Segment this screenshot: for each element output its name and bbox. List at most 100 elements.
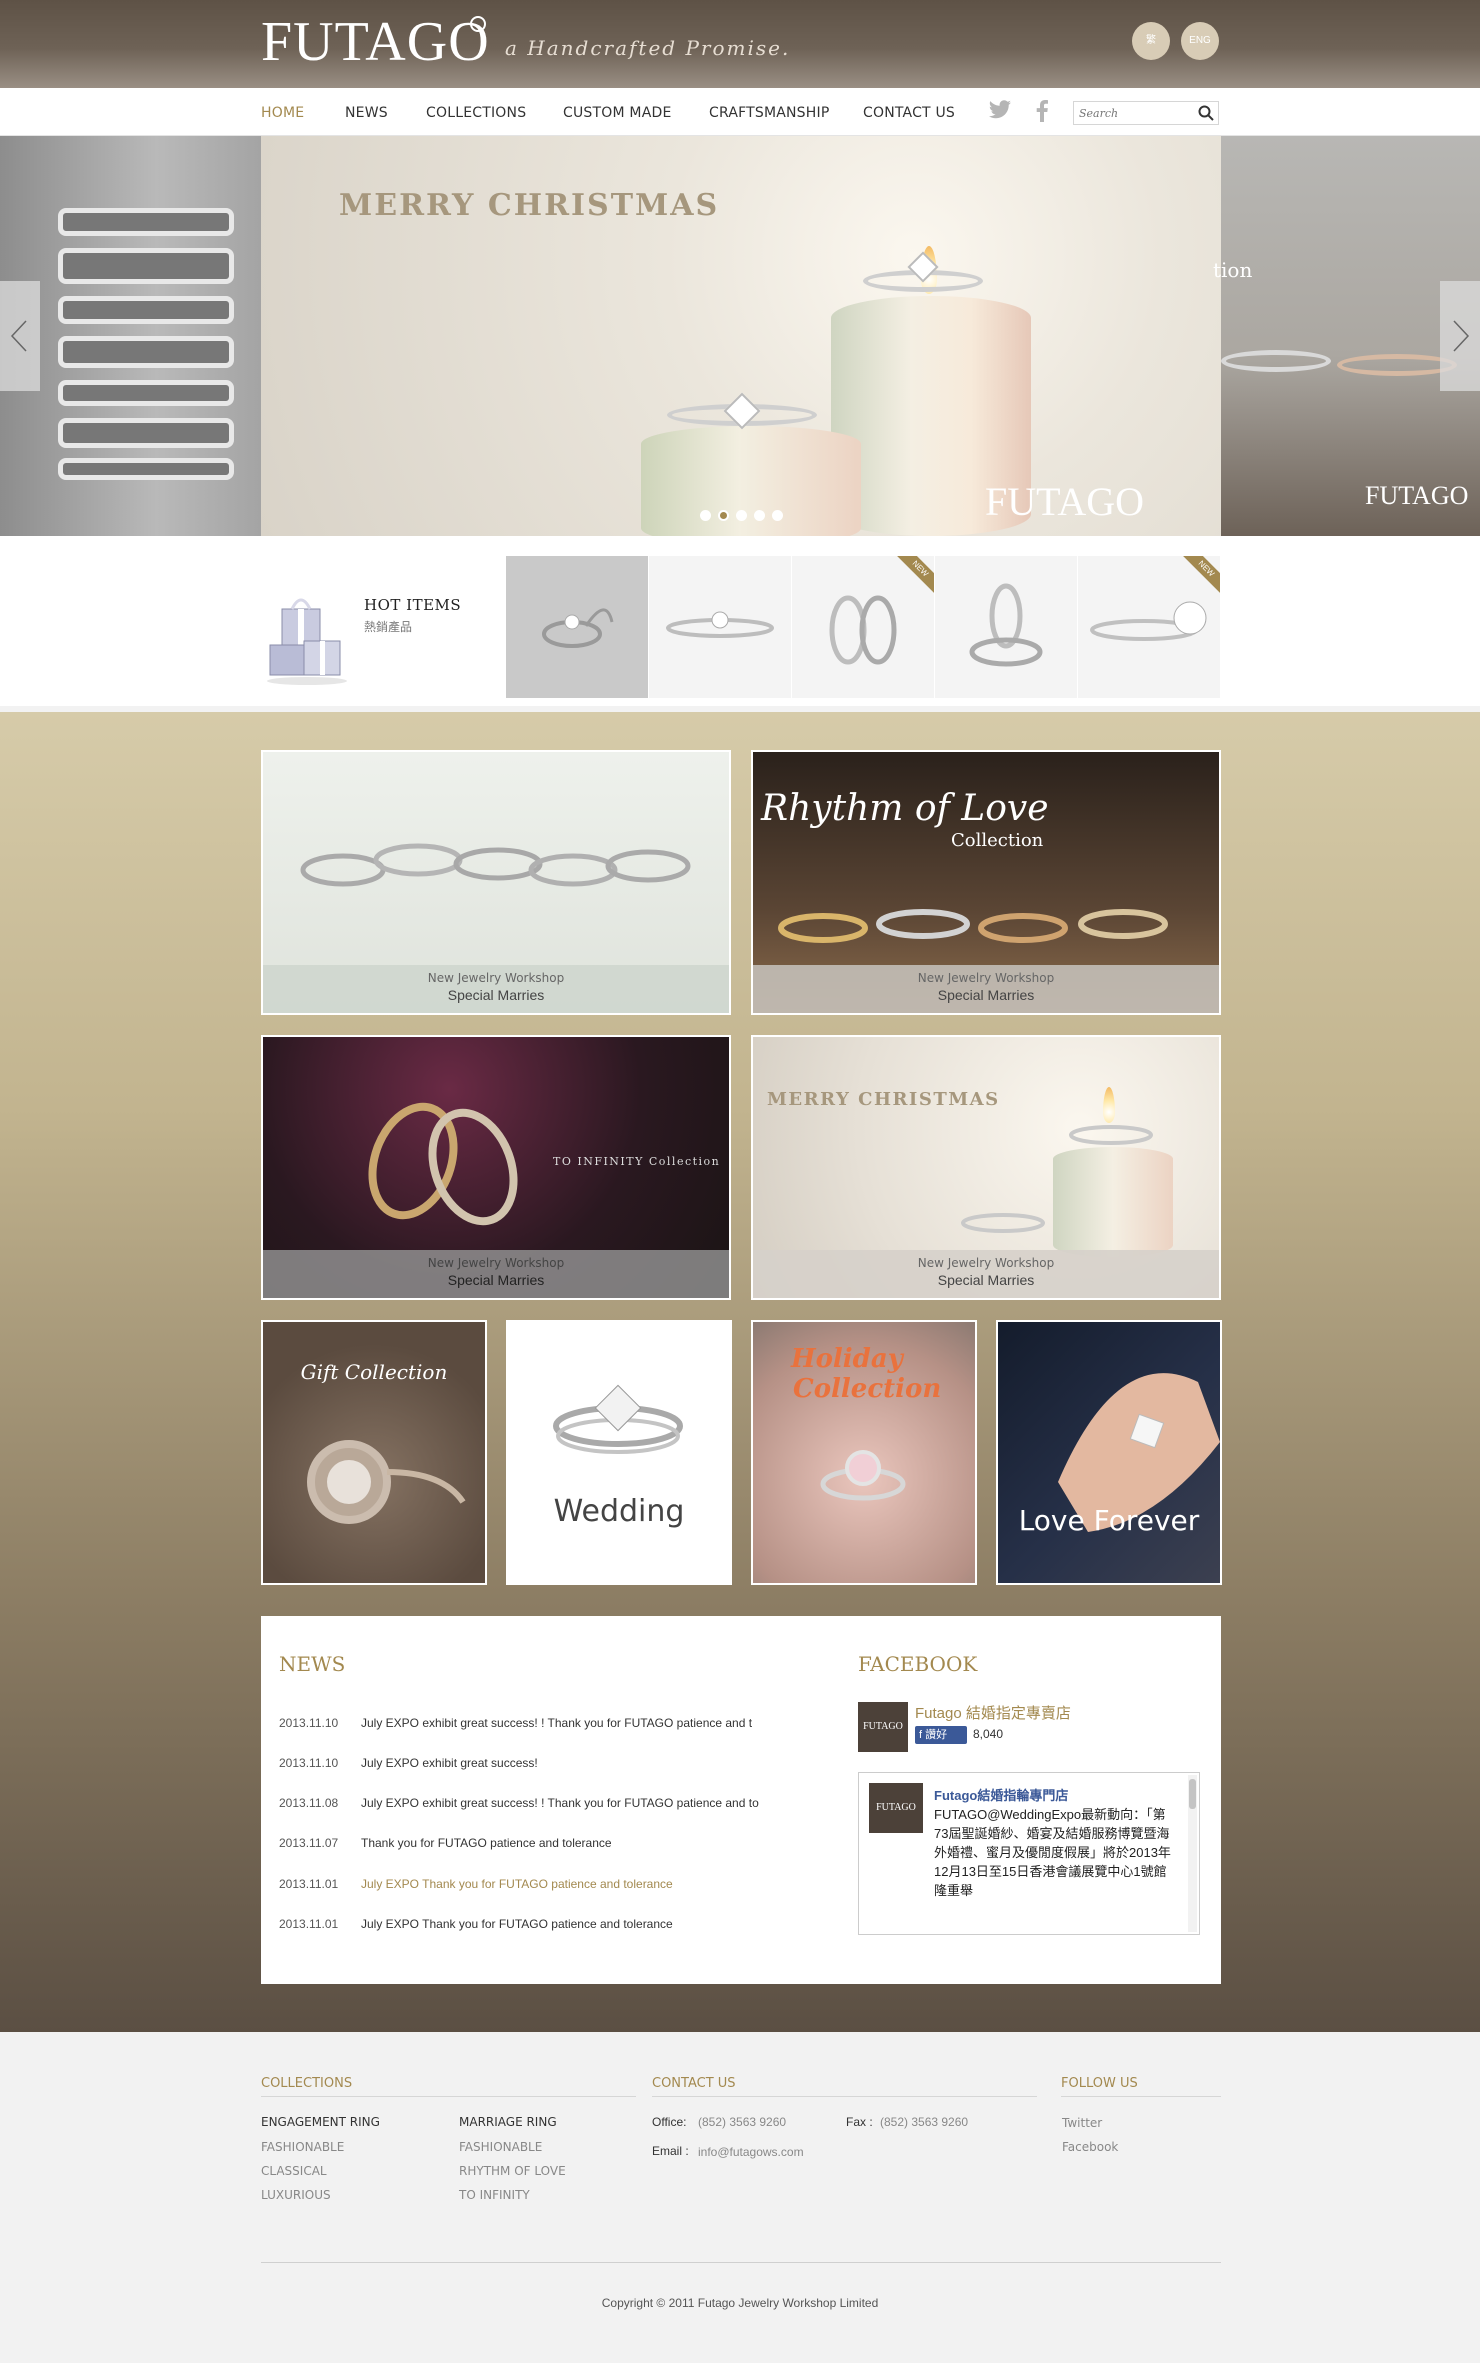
site-footer: COLLECTIONS ENGAGEMENT RING FASHIONABLE … [0,2032,1480,2363]
footer-engagement-ring[interactable]: ENGAGEMENT RING [261,2115,380,2129]
tile-caption: New Jewelry Workshop Special Marries [753,965,1219,1013]
slider-dot[interactable] [700,510,711,521]
search-icon[interactable] [1198,105,1214,126]
facebook-feed[interactable]: FUTAGO Futago結婚指輪專門店 FUTAGO@WeddingExpo最… [858,1772,1200,1935]
divider [261,2262,1221,2263]
footer-marriage-ring[interactable]: MARRIAGE RING [459,2115,557,2129]
ring-image [553,1384,683,1454]
news-item[interactable]: 2013.11.08 July EXPO exhibit great succes… [279,1796,759,1816]
slider-dot[interactable] [754,510,765,521]
footer-follow-title: FOLLOW US [1061,2076,1138,2091]
facebook-post-avatar[interactable]: FUTAGO [869,1783,923,1833]
lang-english-button[interactable]: ENG [1181,22,1219,60]
footer-twitter-link[interactable]: Twitter [1062,2116,1102,2130]
main-nav: HOME NEWS COLLECTIONS CUSTOM MADE CRAFTS… [0,88,1480,136]
hot-items-section: HOT ITEMS 熱銷產品 NEW NEW [0,536,1480,706]
hot-item-thumb[interactable]: NEW [792,556,934,698]
promo-tile-love-forever[interactable]: Love Forever [996,1320,1222,1585]
nav-collections[interactable]: COLLECTIONS [426,105,526,121]
news-item[interactable]: 2013.11.10 July EXPO exhibit great succes… [279,1756,538,1776]
ring-image [58,380,234,406]
facebook-page-avatar[interactable]: FUTAGO [858,1702,908,1752]
slider-prev-button[interactable] [0,281,40,391]
promo-tile-to-infinity[interactable]: TO INFINITY Collection New Jewelry Works… [261,1035,731,1300]
office-phone: (852) 3563 9260 [698,2115,787,2129]
promo-tile-wedding-bands[interactable]: New Jewelry Workshop Special Marries [261,750,731,1015]
ring-image [58,418,234,448]
love-forever-title: Love Forever [1018,1504,1200,1537]
ring-image [58,296,234,324]
ring-image [1221,350,1331,372]
news-item[interactable]: 2013.11.07 Thank you for FUTAGO patience … [279,1836,612,1856]
slider-dot[interactable] [736,510,747,521]
facebook-post-author[interactable]: Futago結婚指輪專門店 [934,1785,1068,1804]
wedding-title: Wedding [553,1494,685,1529]
ring-image [820,1450,906,1501]
ring-image [58,458,234,480]
promo-tile-rhythm-of-love[interactable]: Rhythm of Love Collection New Jewelry Wo… [751,750,1221,1015]
hand-ring-image [1058,1373,1220,1532]
news-item[interactable]: 2013.11.01 July EXPO Thank you for FUTAGO… [279,1917,673,1937]
lang-traditional-chinese-button[interactable]: 繁 [1132,22,1170,60]
divider [261,2096,636,2097]
facebook-feed-scrollbar[interactable] [1188,1775,1197,1932]
slider-dot-active[interactable] [718,510,729,521]
facebook-like-button[interactable]: f 讚好 [915,1726,967,1744]
tile-caption-sub: New Jewelry Workshop [917,971,1055,985]
twitter-icon[interactable] [988,100,1012,125]
hero-next-slide-title: tion [1213,258,1253,282]
nav-contact-us[interactable]: CONTACT US [863,105,955,121]
footer-marriage-link[interactable]: FASHIONABLE [459,2140,542,2154]
footer-facebook-link[interactable]: Facebook [1062,2140,1118,2154]
footer-marriage-link[interactable]: TO INFINITY [459,2188,530,2202]
ring-image [307,1440,466,1524]
slider-next-button[interactable] [1440,281,1480,391]
footer-engagement-link[interactable]: CLASSICAL [261,2164,327,2178]
news-text: July EXPO Thank you for FUTAGO patience … [361,1917,673,1931]
news-item[interactable]: 2013.11.10 July EXPO exhibit great succes… [279,1716,752,1736]
hot-item-thumb[interactable] [935,556,1077,698]
facebook-title: FACEBOOK [858,1652,978,1676]
news-item-hovered[interactable]: 2013.11.01 July EXPO Thank you for FUTAGO… [279,1877,673,1897]
hot-item-thumb[interactable] [649,556,791,698]
hot-item-thumb[interactable]: NEW [1078,556,1220,698]
promo-tile-holiday-collection[interactable]: Holiday Collection [751,1320,977,1585]
facebook-icon[interactable] [1036,100,1048,127]
footer-engagement-link[interactable]: FASHIONABLE [261,2140,344,2154]
facebook-page-name[interactable]: Futago 結婚指定專賣店 [915,1702,1071,1723]
hero-title: MERRY CHRISTMAS [339,188,720,223]
nav-craftsmanship[interactable]: CRAFTSMANSHIP [709,105,829,121]
nav-news[interactable]: NEWS [345,105,388,121]
tile-caption-main: Special Marries [937,987,1035,1003]
footer-engagement-link[interactable]: LUXURIOUS [261,2188,331,2202]
tile-caption-sub: New Jewelry Workshop [427,971,565,985]
tile-caption-sub: New Jewelry Workshop [427,1256,565,1270]
promo-tile-wedding[interactable]: Wedding [506,1320,732,1585]
hot-item-thumb[interactable] [506,556,648,698]
news-text: July EXPO exhibit great success! ! Thank… [361,1716,753,1730]
hero-slider: MERRY CHRISTMAS FUTAGO tion FUTAGO [0,136,1480,536]
tile-caption-sub: New Jewelry Workshop [917,1256,1055,1270]
gift-box-icon [262,579,352,694]
nav-custom-made[interactable]: CUSTOM MADE [563,105,672,121]
footer-marriage-link[interactable]: RHYTHM OF LOVE [459,2164,566,2178]
ring-image [368,1102,518,1226]
email-link[interactable]: info@futagows.com [698,2145,804,2159]
search-input[interactable] [1074,102,1186,124]
hero-current-slide[interactable]: MERRY CHRISTMAS FUTAGO [261,136,1221,536]
footer-contact-title: CONTACT US [652,2076,736,2091]
nav-home[interactable]: HOME [261,105,304,121]
scrollbar-thumb[interactable] [1189,1779,1196,1809]
news-date: 2013.11.01 [279,1917,339,1931]
hero-next-brand-watermark: FUTAGO [1365,481,1469,510]
site-logo[interactable]: FUTAGO [261,14,490,70]
divider [1061,2096,1221,2097]
promo-tile-merry-christmas[interactable]: MERRY CHRISTMAS New Jewelry Workshop Spe… [751,1035,1221,1300]
office-label: Office: [652,2115,687,2129]
news-date: 2013.11.10 [279,1756,339,1770]
ring-image [58,208,234,236]
tile-caption-main: Special Marries [447,1272,545,1288]
promo-tile-gift-collection[interactable]: Gift Collection [261,1320,487,1585]
news-text: July EXPO exhibit great success! [361,1756,538,1770]
slider-dot[interactable] [772,510,783,521]
